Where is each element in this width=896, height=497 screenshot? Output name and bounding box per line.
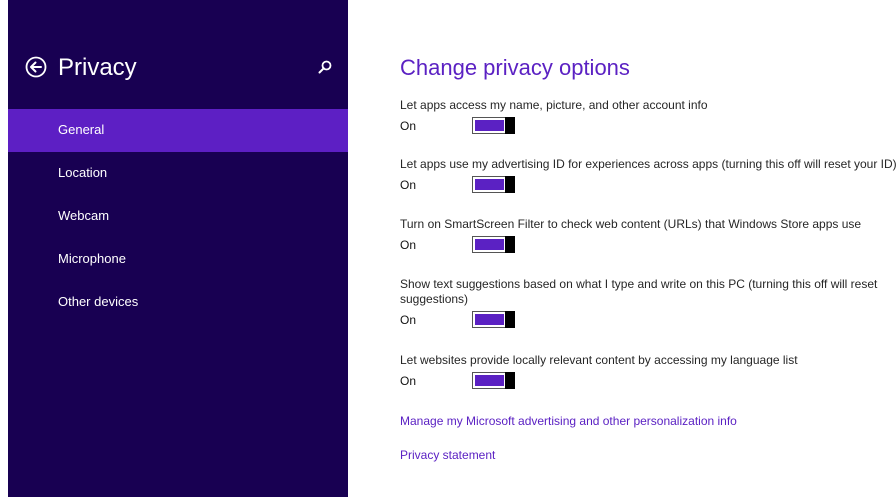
text-suggestions-toggle[interactable] — [472, 311, 515, 328]
sidebar-item-other-devices[interactable]: Other devices — [8, 281, 348, 324]
sidebar-item-label: Other devices — [58, 294, 139, 309]
sidebar-item-general[interactable]: General — [8, 109, 348, 152]
setting-language-list: Let websites provide locally relevant co… — [400, 353, 890, 391]
setting-row: On — [400, 235, 890, 255]
toggle-fill — [475, 314, 504, 325]
setting-description: Let apps access my name, picture, and ot… — [400, 98, 708, 112]
setting-description: Let apps use my advertising ID for exper… — [400, 157, 896, 171]
setting-row: On — [400, 175, 896, 195]
sidebar-item-label: Webcam — [58, 208, 110, 223]
setting-text-suggestions: Show text suggestions based on what I ty… — [400, 277, 888, 330]
toggle-fill — [475, 375, 504, 386]
privacy-statement-link[interactable]: Privacy statement — [400, 448, 495, 462]
toggle-thumb[interactable] — [505, 311, 515, 328]
sidebar-item-label: General — [58, 122, 105, 137]
sidebar-header: Privacy — [8, 52, 348, 86]
toggle-fill — [475, 120, 504, 131]
search-icon[interactable] — [317, 59, 333, 75]
sidebar-item-webcam[interactable]: Webcam — [8, 195, 348, 238]
back-arrow-circle-icon[interactable] — [25, 56, 47, 78]
setting-row: On — [400, 371, 890, 391]
setting-state: On — [400, 119, 417, 133]
setting-smartscreen: Turn on SmartScreen Filter to check web … — [400, 217, 890, 255]
toggle-thumb[interactable] — [505, 176, 515, 193]
toggle-fill — [475, 179, 504, 190]
sidebar-title: Privacy — [58, 54, 137, 81]
setting-description: Turn on SmartScreen Filter to check web … — [400, 217, 862, 231]
sidebar-item-microphone[interactable]: Microphone — [8, 238, 348, 281]
smartscreen-toggle[interactable] — [472, 236, 515, 253]
sidebar-item-label: Microphone — [58, 251, 126, 266]
sidebar-item-label: Location — [58, 165, 108, 180]
sidebar-item-location[interactable]: Location — [8, 152, 348, 195]
manage-advertising-link[interactable]: Manage my Microsoft advertising and othe… — [400, 414, 737, 428]
toggle-thumb[interactable] — [505, 236, 515, 253]
setting-description: Let websites provide locally relevant co… — [400, 353, 798, 367]
setting-row: On — [400, 310, 888, 330]
sidebar-nav: General Location Webcam Microphone Other… — [8, 109, 348, 324]
setting-description: Show text suggestions based on what I ty… — [400, 277, 878, 306]
window-edge — [0, 0, 8, 497]
toggle-fill — [475, 239, 504, 250]
setting-state: On — [400, 238, 417, 252]
setting-state: On — [400, 313, 417, 327]
setting-account-info: Let apps access my name, picture, and ot… — [400, 98, 890, 136]
language-list-toggle[interactable] — [472, 372, 515, 389]
setting-state: On — [400, 374, 417, 388]
setting-state: On — [400, 178, 417, 192]
page-title: Change privacy options — [400, 55, 630, 80]
account-info-toggle[interactable] — [472, 117, 515, 134]
sidebar: Privacy General Location Webcam Micropho… — [8, 0, 348, 497]
advertising-id-toggle[interactable] — [472, 176, 515, 193]
setting-row: On — [400, 116, 890, 136]
setting-advertising-id: Let apps use my advertising ID for exper… — [400, 157, 896, 195]
toggle-thumb[interactable] — [505, 372, 515, 389]
toggle-thumb[interactable] — [505, 117, 515, 134]
